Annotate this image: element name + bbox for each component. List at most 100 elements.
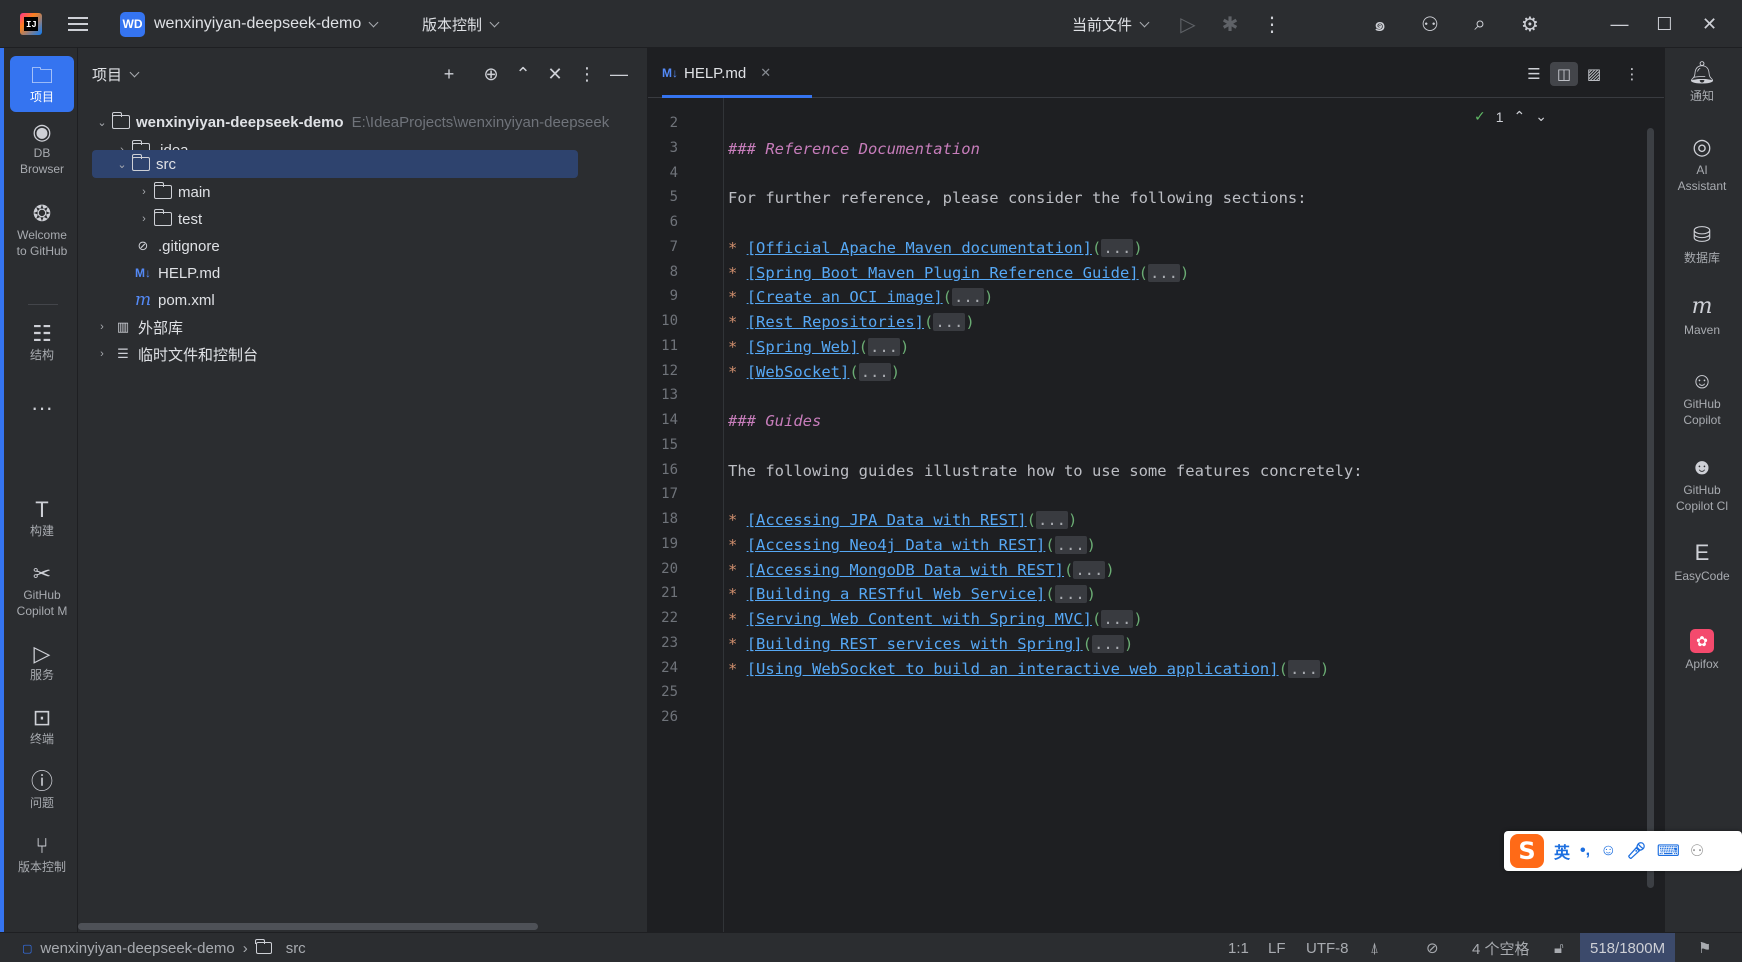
search-icon[interactable]: ⌕ xyxy=(1460,0,1500,48)
tree-item-external-libs[interactable]: › ▥ 外部库 xyxy=(92,313,632,341)
close-icon[interactable]: ✕ xyxy=(760,65,771,81)
tree-item-help-md[interactable]: M↓ HELP.md xyxy=(132,259,632,287)
folded-url[interactable]: ... xyxy=(1101,610,1134,628)
tree-item-scratches[interactable]: › ☰ 临时文件和控制台 xyxy=(92,340,632,368)
code-line-22[interactable]: * [Serving Web Content with Spring MVC](… xyxy=(728,610,1143,628)
main-menu-button[interactable] xyxy=(66,0,90,48)
folded-url[interactable]: ... xyxy=(1091,635,1124,653)
folded-url[interactable]: ... xyxy=(1054,536,1087,554)
md-link[interactable]: [Building a RESTful Web Service] xyxy=(747,585,1046,603)
code-line-21[interactable]: * [Building a RESTful Web Service](...) xyxy=(728,585,1096,603)
md-link[interactable]: [Serving Web Content with Spring MVC] xyxy=(747,610,1092,628)
expand-all-icon[interactable]: ⌃ xyxy=(508,60,538,88)
toolwindow-terminal[interactable]: ⊡ 终端 xyxy=(10,704,74,748)
toolwindow-database[interactable]: ⛁ 数据库 xyxy=(1665,220,1739,266)
lock-icon[interactable]: 🔓︎ xyxy=(1554,933,1564,962)
project-selector[interactable]: WD wenxinyiyan-deepseek-demo xyxy=(120,0,379,48)
tree-icon[interactable]: ⍋ xyxy=(1370,933,1379,962)
file-encoding[interactable]: UTF-8 xyxy=(1306,933,1349,962)
toolwindow-maven[interactable]: m Maven xyxy=(1665,292,1739,338)
code-line-19[interactable]: * [Accessing Neo4j Data with REST](...) xyxy=(728,536,1096,554)
caret-position[interactable]: 1:1 xyxy=(1228,933,1249,962)
line-separator[interactable]: LF xyxy=(1268,933,1286,962)
md-link[interactable]: [WebSocket] xyxy=(747,363,850,381)
toolwindow-services[interactable]: ▷ 服务 xyxy=(10,640,74,684)
debug-icon[interactable]: ✱ xyxy=(1210,0,1250,48)
code-line-16[interactable]: The following guides illustrate how to u… xyxy=(728,462,1363,480)
collapse-all-icon[interactable]: ✕ xyxy=(540,60,570,88)
folded-url[interactable]: ... xyxy=(1101,239,1134,257)
keyboard-icon[interactable]: ⌨ xyxy=(1657,841,1680,861)
code-line-5[interactable]: For further reference, please consider t… xyxy=(728,189,1307,207)
md-link[interactable]: [Create an OCI image] xyxy=(747,288,943,306)
indent-setting[interactable]: 4 个空格 xyxy=(1472,933,1530,962)
md-link[interactable]: [Building REST services with Spring] xyxy=(747,635,1083,653)
no-copilot-icon[interactable]: ⊘ xyxy=(1426,933,1439,962)
toolwindow-notifications[interactable]: 🔔︎ 通知 xyxy=(1665,58,1739,104)
folded-url[interactable]: ... xyxy=(1287,660,1320,678)
user-icon[interactable]: ⚇ xyxy=(1690,841,1704,861)
md-link[interactable]: [Accessing Neo4j Data with REST] xyxy=(747,536,1046,554)
folded-url[interactable]: ... xyxy=(1054,585,1087,603)
folded-url[interactable]: ... xyxy=(1036,511,1068,529)
ime-toolbar[interactable]: S 英 •, ☺ 🎤︎ ⌨ ⚇ xyxy=(1504,831,1742,871)
folded-url[interactable]: ... xyxy=(868,338,901,356)
toolwindow-easycode[interactable]: Ε EasyCode xyxy=(1665,538,1739,584)
folded-url[interactable]: ... xyxy=(858,363,891,381)
md-link[interactable]: [Rest Repositories] xyxy=(747,313,924,331)
folded-url[interactable]: ... xyxy=(1147,264,1180,282)
chevron-down-icon[interactable]: ⌄ xyxy=(1535,108,1547,125)
breadcrumb-src[interactable]: src xyxy=(286,940,306,957)
horizontal-scrollbar[interactable] xyxy=(78,923,538,930)
toolwindow-copilot-m[interactable]: ✂ GitHub Copilot M xyxy=(10,560,74,619)
tree-item-src[interactable]: ⌄ src xyxy=(92,150,578,178)
code-line-24[interactable]: * [Using WebSocket to build an interacti… xyxy=(728,660,1329,678)
vertical-scrollbar[interactable] xyxy=(1647,128,1654,888)
md-link[interactable]: [Accessing MongoDB Data with REST] xyxy=(747,561,1064,579)
notifications-status-icon[interactable]: ⚑ xyxy=(1698,933,1711,962)
toolwindow-ai-assistant[interactable]: ◎ AI Assistant xyxy=(1665,132,1739,194)
more-icon[interactable]: ⋮ xyxy=(1618,62,1646,86)
code-line-10[interactable]: * [Rest Repositories](...) xyxy=(728,313,975,331)
folded-url[interactable]: ... xyxy=(952,288,984,306)
ai-spiral-icon[interactable]: ๑ xyxy=(1360,0,1400,48)
run-config-selector[interactable]: 当前文件 xyxy=(1072,0,1150,48)
code-line-18[interactable]: * [Accessing JPA Data with REST](...) xyxy=(728,511,1077,529)
hide-icon[interactable]: — xyxy=(604,60,634,88)
locate-icon[interactable]: ⊕ xyxy=(476,60,506,88)
inspection-widget[interactable]: ✓ 1 ⌃ ⌄ xyxy=(1474,108,1547,125)
minimize-button[interactable]: — xyxy=(1597,0,1642,48)
add-icon[interactable]: + xyxy=(434,60,464,88)
code-line-12[interactable]: * [WebSocket](...) xyxy=(728,363,900,381)
toolwindow-build[interactable]: T 构建 xyxy=(10,496,74,540)
md-link[interactable]: [Spring Boot Maven Plugin Reference Guid… xyxy=(747,264,1139,282)
toolwindow-github-copilot[interactable]: ☺ GitHub Copilot xyxy=(1665,366,1739,428)
folded-url[interactable]: ... xyxy=(933,313,966,331)
code-line-7[interactable]: * [Official Apache Maven documentation](… xyxy=(728,239,1143,257)
md-link[interactable]: [Using WebSocket to build an interactive… xyxy=(747,660,1279,678)
code-line-11[interactable]: * [Spring Web](...) xyxy=(728,338,909,356)
md-link[interactable]: [Official Apache Maven documentation] xyxy=(747,239,1092,257)
more-icon[interactable]: ⋮ xyxy=(1252,0,1292,48)
maximize-button[interactable]: ☐ xyxy=(1642,0,1687,48)
tree-item-gitignore[interactable]: ⊘ .gitignore xyxy=(132,232,632,260)
memory-indicator[interactable]: 518/1800M xyxy=(1580,933,1676,962)
code-line-20[interactable]: * [Accessing MongoDB Data with REST](...… xyxy=(728,561,1115,579)
folded-url[interactable]: ... xyxy=(1073,561,1106,579)
close-button[interactable]: ✕ xyxy=(1687,0,1732,48)
options-icon[interactable]: ⋮ xyxy=(572,60,602,88)
more-toolwindows-button[interactable]: ··· xyxy=(10,394,74,422)
add-user-icon[interactable]: ⚇ xyxy=(1410,0,1450,48)
code-line-8[interactable]: * [Spring Boot Maven Plugin Reference Gu… xyxy=(728,264,1189,282)
code-line-3[interactable]: ### Reference Documentation xyxy=(728,140,980,158)
breadcrumb-project[interactable]: wenxinyiyan-deepseek-demo xyxy=(40,940,234,957)
split-view-icon[interactable]: ◫ xyxy=(1550,62,1578,86)
toolwindow-structure[interactable]: ☷ 结构 xyxy=(10,320,74,364)
tree-item-main[interactable]: › main xyxy=(134,178,632,206)
toolwindow-db-browser[interactable]: ◉ DB Browser xyxy=(10,118,74,177)
tab-help-md[interactable]: M↓ HELP.md ✕ xyxy=(662,48,771,98)
run-icon[interactable]: ▷ xyxy=(1168,0,1208,48)
toolwindow-problems[interactable]: ⓘ 问题 xyxy=(10,768,74,812)
chevron-up-icon[interactable]: ⌃ xyxy=(1514,108,1526,125)
emoji-icon[interactable]: ☺ xyxy=(1600,842,1616,860)
